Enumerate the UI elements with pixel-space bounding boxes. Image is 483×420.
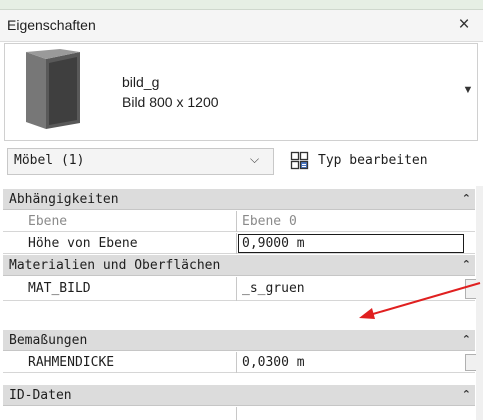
column-divider [236, 277, 237, 301]
edit-type-label: Typ bearbeiten [318, 153, 428, 168]
type-dropdown-arrow-icon[interactable]: ▼ [460, 80, 476, 100]
section-title: Bemaßungen [9, 333, 88, 348]
annotation-arrow-icon [359, 282, 481, 319]
chevron-down-icon: ⌵ [250, 152, 260, 166]
column-divider [236, 233, 237, 254]
property-label: Ebene [28, 214, 68, 229]
section-constraints[interactable]: Abhängigkeiten ⌃ [3, 189, 475, 210]
chevron-up-icon: ⌃ [461, 259, 471, 271]
section-dimensions[interactable]: Bemaßungen ⌃ [3, 330, 475, 351]
section-title: ID-Daten [9, 388, 72, 403]
panel-title: Eigenschaften [7, 17, 96, 33]
property-label: MAT_BILD [28, 281, 91, 296]
edit-type-icon [290, 151, 309, 170]
chevron-up-icon: ⌃ [461, 334, 471, 346]
column-divider [236, 211, 237, 232]
property-value[interactable]: 0,9000 m [242, 233, 305, 254]
property-row-ebene: Ebene Ebene 0 [3, 211, 475, 232]
property-value[interactable]: _s_gruen [242, 277, 305, 301]
property-row-hoehe-von-ebene[interactable]: Höhe von Ebene 0,9000 m [3, 233, 475, 254]
section-title: Abhängigkeiten [9, 192, 119, 207]
family-name: bild_g [122, 74, 160, 90]
property-row-rahmendicke[interactable]: RAHMENDICKE 0,0300 m [3, 352, 477, 373]
property-label: Höhe von Ebene [28, 236, 138, 251]
property-value[interactable]: 0,0300 m [242, 352, 305, 373]
window-top-strip [0, 0, 483, 10]
chevron-up-icon: ⌃ [461, 193, 471, 205]
property-label: RAHMENDICKE [28, 355, 115, 370]
section-id-data[interactable]: ID-Daten ⌃ [3, 385, 475, 406]
selection-filter-value: Möbel (1) [14, 153, 85, 168]
property-row-partial [3, 407, 475, 420]
picture-frame-preview-icon [26, 49, 80, 129]
column-divider [236, 352, 237, 373]
section-materials[interactable]: Materialien und Oberflächen ⌃ [3, 255, 475, 276]
chevron-up-icon: ⌃ [461, 389, 471, 401]
close-button[interactable]: × [452, 13, 476, 37]
type-name: Bild 800 x 1200 [122, 94, 219, 110]
column-divider [236, 407, 237, 420]
property-value: Ebene 0 [242, 214, 297, 229]
section-title: Materialien und Oberflächen [9, 258, 221, 273]
